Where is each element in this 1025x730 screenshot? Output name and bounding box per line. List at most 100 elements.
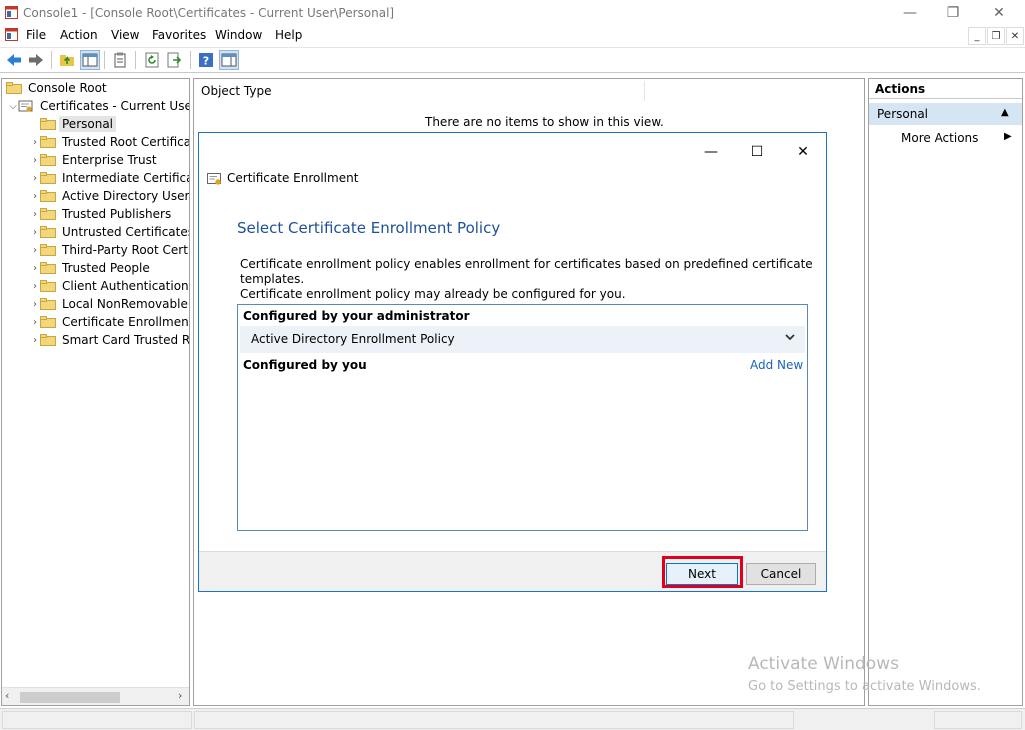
tree-node-local-nonremovable[interactable]: › Local NonRemovable C bbox=[30, 295, 190, 313]
chevron-right-icon[interactable]: › bbox=[30, 209, 40, 220]
back-icon[interactable] bbox=[4, 50, 24, 70]
dialog-title: Certificate Enrollment bbox=[227, 171, 359, 185]
scroll-right-icon[interactable]: › bbox=[178, 689, 182, 702]
folder-icon bbox=[40, 298, 56, 310]
chevron-right-icon[interactable]: › bbox=[30, 191, 40, 202]
policy-item-active-directory[interactable]: Active Directory Enrollment Policy bbox=[240, 326, 805, 353]
tree-node-untrusted[interactable]: › Untrusted Certificates bbox=[30, 223, 190, 241]
actions-pane: Actions Personal ▲ More Actions ▶ bbox=[868, 78, 1023, 706]
mdi-minimize-button[interactable]: _ bbox=[968, 27, 986, 45]
forward-icon[interactable] bbox=[26, 50, 46, 70]
refresh-icon[interactable] bbox=[142, 50, 162, 70]
certificate-store-icon bbox=[18, 100, 34, 112]
scroll-left-icon[interactable]: ‹ bbox=[5, 689, 9, 702]
add-new-link[interactable]: Add New bbox=[750, 358, 803, 372]
folder-icon bbox=[40, 226, 56, 238]
folder-icon bbox=[40, 262, 56, 274]
dialog-close-button[interactable]: ✕ bbox=[781, 138, 825, 166]
status-segment bbox=[194, 711, 794, 729]
chevron-right-icon[interactable]: › bbox=[30, 317, 40, 328]
more-actions-item[interactable]: More Actions bbox=[901, 131, 978, 145]
chevron-right-icon[interactable]: › bbox=[30, 227, 40, 238]
tree-label: Trusted People bbox=[62, 261, 150, 275]
chevron-down-icon[interactable] bbox=[785, 331, 795, 344]
tree-label: Certificate Enrollment R bbox=[62, 315, 190, 329]
help-icon[interactable]: ? bbox=[196, 50, 216, 70]
enrollment-policy-list: Configured by your administrator Active … bbox=[237, 304, 808, 531]
close-button[interactable]: ✕ bbox=[976, 0, 1022, 26]
tree-label: Smart Card Trusted Roo bbox=[62, 333, 190, 347]
minimize-button[interactable]: — bbox=[887, 0, 933, 26]
chevron-right-icon[interactable]: › bbox=[30, 335, 40, 346]
submenu-arrow-icon[interactable]: ▶ bbox=[1004, 131, 1012, 142]
folder-icon bbox=[40, 172, 56, 184]
tree-node-active-directory-user[interactable]: › Active Directory User Ol bbox=[30, 187, 190, 205]
chevron-right-icon[interactable]: › bbox=[30, 155, 40, 166]
svg-text:?: ? bbox=[203, 55, 209, 68]
tree-label: Client Authentication Is bbox=[62, 279, 190, 293]
chevron-right-icon[interactable]: › bbox=[30, 137, 40, 148]
tree-label: Active Directory User Ol bbox=[62, 189, 190, 203]
tree-label: Enterprise Trust bbox=[62, 153, 157, 167]
horizontal-scrollbar[interactable]: ‹ › bbox=[2, 687, 189, 705]
folder-icon bbox=[40, 154, 56, 166]
tree-node-trusted-root[interactable]: › Trusted Root Certificatio bbox=[30, 133, 189, 151]
tree-node-smart-card[interactable]: › Smart Card Trusted Roo bbox=[30, 331, 190, 349]
menu-file[interactable]: File bbox=[26, 28, 46, 42]
configured-by-you-heading: Configured by you bbox=[243, 358, 367, 372]
menu-action[interactable]: Action bbox=[60, 28, 98, 42]
mdi-close-button[interactable]: ✕ bbox=[1006, 27, 1024, 45]
properties-icon[interactable] bbox=[110, 50, 130, 70]
chevron-right-icon[interactable]: › bbox=[30, 263, 40, 274]
tree-node-trusted-people[interactable]: › Trusted People bbox=[30, 259, 153, 277]
menu-window[interactable]: Window bbox=[215, 28, 262, 42]
configured-by-admin-heading: Configured by your administrator bbox=[243, 309, 470, 323]
chevron-right-icon[interactable]: › bbox=[30, 173, 40, 184]
up-folder-icon[interactable] bbox=[57, 50, 77, 70]
menu-help[interactable]: Help bbox=[275, 28, 302, 42]
collapse-up-icon[interactable]: ▲ bbox=[1001, 107, 1009, 118]
chevron-down-icon[interactable]: ⌵ bbox=[8, 101, 18, 112]
chevron-right-icon[interactable]: › bbox=[30, 299, 40, 310]
chevron-right-icon[interactable]: › bbox=[30, 281, 40, 292]
actions-group-label: Personal bbox=[877, 107, 929, 121]
column-divider[interactable] bbox=[644, 81, 645, 101]
next-button[interactable]: Next bbox=[666, 563, 738, 585]
actions-title: Actions bbox=[869, 79, 1022, 99]
restore-button[interactable]: ❐ bbox=[930, 0, 976, 26]
mmc-app-icon bbox=[5, 6, 18, 19]
tree-node-client-authentication[interactable]: › Client Authentication Is bbox=[30, 277, 190, 295]
tree-node-console-root[interactable]: Console Root bbox=[6, 79, 110, 97]
dialog-minimize-button[interactable]: — bbox=[689, 138, 733, 166]
tree-node-third-party-root[interactable]: › Third-Party Root Certifi bbox=[30, 241, 189, 259]
tree-node-personal[interactable]: Personal bbox=[30, 115, 117, 133]
actions-group-personal[interactable]: Personal ▲ bbox=[869, 103, 1022, 125]
status-bar bbox=[0, 708, 1025, 730]
show-hide-tree-icon[interactable] bbox=[80, 50, 100, 70]
menu-view[interactable]: View bbox=[111, 28, 139, 42]
tree-node-trusted-publishers[interactable]: › Trusted Publishers bbox=[30, 205, 174, 223]
tree-node-enterprise-trust[interactable]: › Enterprise Trust bbox=[30, 151, 160, 169]
console-menu-icon[interactable] bbox=[5, 28, 18, 41]
menu-favorites[interactable]: Favorites bbox=[152, 28, 206, 42]
folder-icon bbox=[6, 82, 22, 94]
chevron-right-icon[interactable]: › bbox=[30, 245, 40, 256]
tree-node-intermediate[interactable]: › Intermediate Certificatio bbox=[30, 169, 189, 187]
show-action-pane-icon[interactable] bbox=[219, 50, 239, 70]
tree-label: Local NonRemovable C bbox=[62, 297, 190, 311]
column-object-type[interactable]: Object Type bbox=[201, 84, 271, 98]
tree-node-certificate-enrollment[interactable]: › Certificate Enrollment R bbox=[30, 313, 190, 331]
tree-node-certificates-current-user[interactable]: ⌵ Certificates - Current User bbox=[8, 97, 190, 115]
scrollbar-thumb[interactable] bbox=[20, 692, 120, 703]
tree-label: Certificates - Current User bbox=[40, 99, 190, 113]
export-list-icon[interactable] bbox=[164, 50, 184, 70]
column-header[interactable]: Object Type bbox=[194, 79, 864, 103]
description-line-2: Certificate enrollment policy may alread… bbox=[240, 287, 626, 301]
description-line-1: Certificate enrollment policy enables en… bbox=[240, 257, 813, 286]
cancel-button[interactable]: Cancel bbox=[746, 563, 816, 585]
dialog-maximize-button[interactable]: ☐ bbox=[735, 138, 779, 166]
tree-label: Untrusted Certificates bbox=[62, 225, 190, 239]
status-segment bbox=[934, 711, 1022, 729]
dialog-description: Certificate enrollment policy enables en… bbox=[240, 257, 820, 302]
mdi-restore-button[interactable]: ❐ bbox=[987, 27, 1005, 45]
